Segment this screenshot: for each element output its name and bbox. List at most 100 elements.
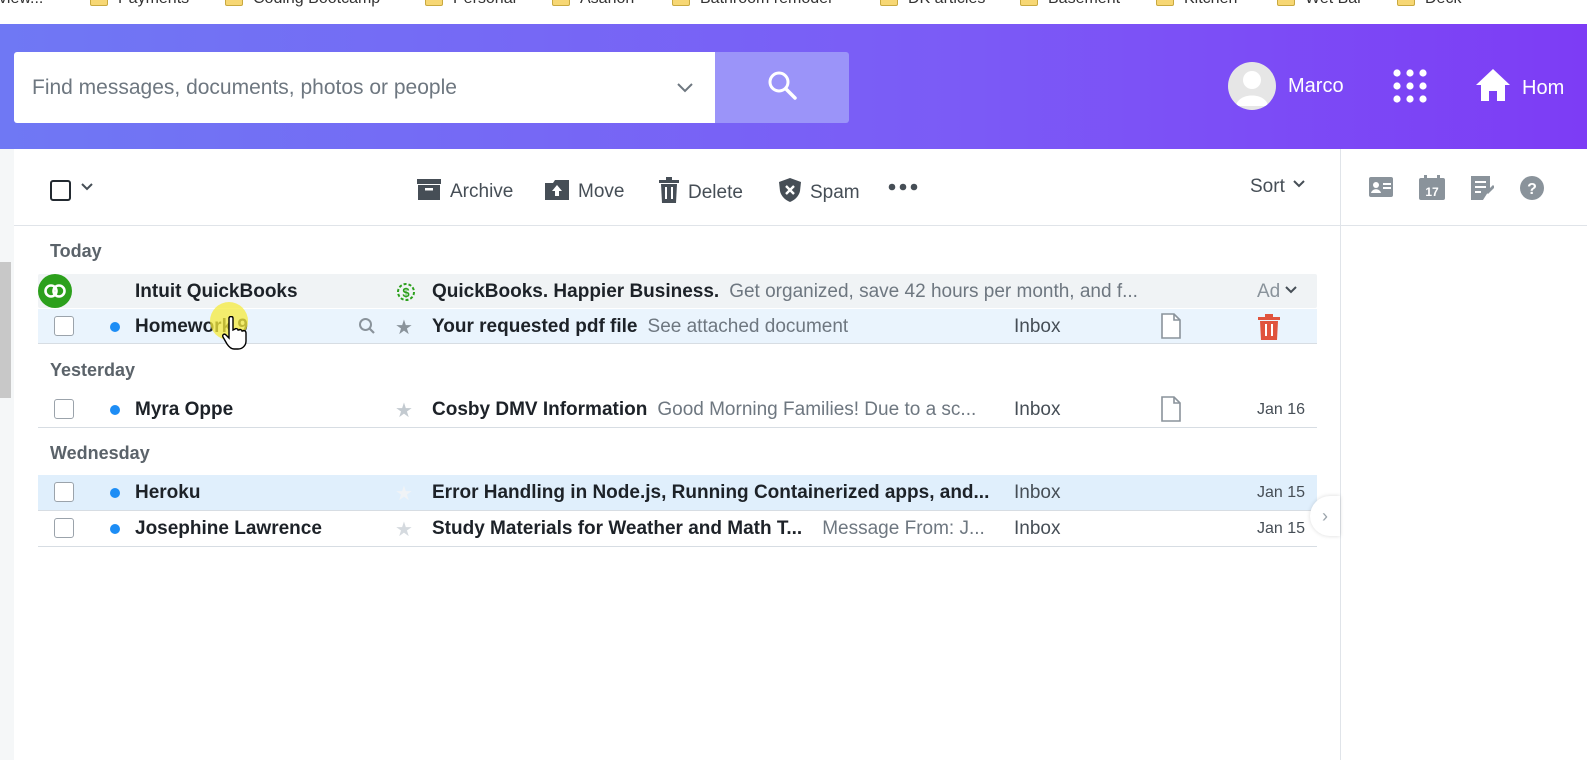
svg-text:$: $ xyxy=(402,285,410,300)
app-header: Marco Hom xyxy=(0,24,1587,149)
archive-label: Archive xyxy=(450,181,514,202)
bookmark-item[interactable]: Bathroom remodel xyxy=(672,0,832,8)
bookmark-item[interactable]: eview... xyxy=(0,0,43,8)
star-icon[interactable]: ★ xyxy=(395,315,413,340)
section-header-yesterday: Yesterday xyxy=(50,360,136,380)
bookmark-label: Coding Bootcamp xyxy=(253,0,380,8)
search-button[interactable] xyxy=(715,52,849,123)
message-sender: Heroku xyxy=(135,482,201,503)
scrollbar-thumb[interactable] xyxy=(0,262,11,398)
bookmark-label: Wet Bar xyxy=(1305,0,1363,8)
user-menu[interactable]: Marco xyxy=(1228,62,1344,110)
delete-button[interactable]: Delete xyxy=(658,177,743,209)
spam-label: Spam xyxy=(810,182,860,203)
bookmark-item[interactable]: Asanon xyxy=(552,0,634,8)
message-subject-text: Your requested pdf file xyxy=(432,316,638,337)
more-options-icon[interactable] xyxy=(888,183,918,191)
archive-icon xyxy=(416,177,442,207)
contacts-icon[interactable] xyxy=(1368,175,1394,204)
bookmarks-bar: eview... Payments Coding Bootcamp Person… xyxy=(0,0,1587,24)
home-link[interactable]: Hom xyxy=(1474,66,1564,110)
attachment-icon[interactable] xyxy=(1160,313,1182,345)
message-row[interactable]: Josephine Lawrence ★ Study Materials for… xyxy=(38,511,1317,547)
calendar-icon[interactable]: 17 xyxy=(1418,175,1446,206)
chevron-down-icon[interactable] xyxy=(674,76,696,103)
bookmark-item[interactable]: Payments xyxy=(90,0,189,8)
search-box xyxy=(14,52,715,123)
svg-text:?: ? xyxy=(1527,181,1537,198)
folder-icon xyxy=(880,0,898,6)
star-icon[interactable]: ★ xyxy=(395,517,413,542)
message-preview: Good Morning Families! Due to a sc... xyxy=(657,399,977,420)
row-checkbox[interactable] xyxy=(54,482,74,502)
unread-dot[interactable] xyxy=(110,322,120,332)
home-icon xyxy=(1474,66,1512,110)
ad-label-text: Ad xyxy=(1257,281,1281,302)
bookmark-item[interactable]: Coding Bootcamp xyxy=(225,0,380,8)
apps-grid-icon[interactable] xyxy=(1392,68,1428,109)
select-all-control[interactable] xyxy=(50,179,95,201)
message-subject-text: Error Handling in Node.js, Running Conta… xyxy=(432,482,990,503)
bookmark-item[interactable]: Wet Bar xyxy=(1277,0,1363,8)
search-sender-icon[interactable] xyxy=(358,317,376,341)
bookmark-label: DK articles xyxy=(908,0,985,8)
message-row[interactable]: Heroku ★ Error Handling in Node.js, Runn… xyxy=(38,475,1317,511)
trash-icon xyxy=(658,177,680,209)
ad-label[interactable]: Ad xyxy=(1257,281,1298,303)
spam-button[interactable]: Spam xyxy=(778,177,860,209)
star-icon[interactable]: ★ xyxy=(395,481,413,506)
bookmark-item[interactable]: Basement xyxy=(1020,0,1120,8)
hand-pointer-icon xyxy=(221,315,247,355)
archive-button[interactable]: Archive xyxy=(416,177,513,207)
folder-icon xyxy=(1277,0,1295,6)
sort-label: Sort xyxy=(1250,176,1285,197)
bookmark-item[interactable]: Personal xyxy=(425,0,516,8)
folder-icon xyxy=(1020,0,1038,6)
attachment-icon[interactable] xyxy=(1160,396,1182,428)
sort-button[interactable]: Sort xyxy=(1250,176,1307,198)
bookmark-label: Kitchen xyxy=(1184,0,1237,8)
bookmark-label: Deck xyxy=(1425,0,1461,8)
help-icon[interactable]: ? xyxy=(1519,175,1545,206)
avatar xyxy=(1228,62,1276,110)
folder-icon xyxy=(1397,0,1415,6)
section-header-wednesday: Wednesday xyxy=(50,443,150,463)
unread-dot[interactable] xyxy=(110,524,120,534)
bookmark-label: Basement xyxy=(1048,0,1120,8)
message-row[interactable]: Myra Oppe ★ Cosby DMV Information Good Mo… xyxy=(38,392,1317,428)
row-checkbox[interactable] xyxy=(54,316,74,336)
section-header-today: Today xyxy=(50,241,102,261)
move-button[interactable]: Move xyxy=(544,177,624,207)
unread-dot[interactable] xyxy=(110,405,120,415)
message-folder: Inbox xyxy=(1014,316,1061,337)
ad-preview: Get organized, save 42 hours per month, … xyxy=(729,281,1138,302)
bookmark-item[interactable]: Deck xyxy=(1397,0,1461,8)
select-all-checkbox[interactable] xyxy=(50,179,71,201)
bookmark-item[interactable]: Kitchen xyxy=(1156,0,1237,8)
row-checkbox[interactable] xyxy=(54,399,74,419)
message-preview: Message From: J... xyxy=(822,518,985,539)
ad-subject-text: QuickBooks. Happier Business. xyxy=(432,281,720,302)
right-rail-toolbar: 17 ? xyxy=(1341,149,1587,226)
search-icon xyxy=(766,69,798,106)
message-sender: Myra Oppe xyxy=(135,399,234,420)
delete-message-icon[interactable] xyxy=(1257,314,1281,346)
message-subject-text: Study Materials for Weather and Math T..… xyxy=(432,518,803,539)
message-toolbar: Archive Move Delete Spam Sort xyxy=(14,149,1340,226)
bookmark-label: Payments xyxy=(118,0,189,8)
bookmark-label: Asanon xyxy=(580,0,634,8)
notepad-icon[interactable] xyxy=(1470,175,1495,206)
message-folder: Inbox xyxy=(1014,399,1061,420)
home-label: Hom xyxy=(1522,76,1565,99)
unread-dot[interactable] xyxy=(110,488,120,498)
chevron-down-icon[interactable] xyxy=(79,179,95,201)
message-folder: Inbox xyxy=(1014,518,1061,539)
message-subject: Your requested pdf file See attached docu… xyxy=(432,316,848,338)
bookmark-item[interactable]: DK articles xyxy=(880,0,985,8)
sponsored-dollar-icon: $ xyxy=(394,280,418,310)
folder-icon xyxy=(425,0,443,6)
star-icon[interactable]: ★ xyxy=(395,398,413,423)
search-input[interactable] xyxy=(14,52,654,123)
row-checkbox[interactable] xyxy=(54,518,74,538)
user-name: Marco xyxy=(1288,74,1344,97)
